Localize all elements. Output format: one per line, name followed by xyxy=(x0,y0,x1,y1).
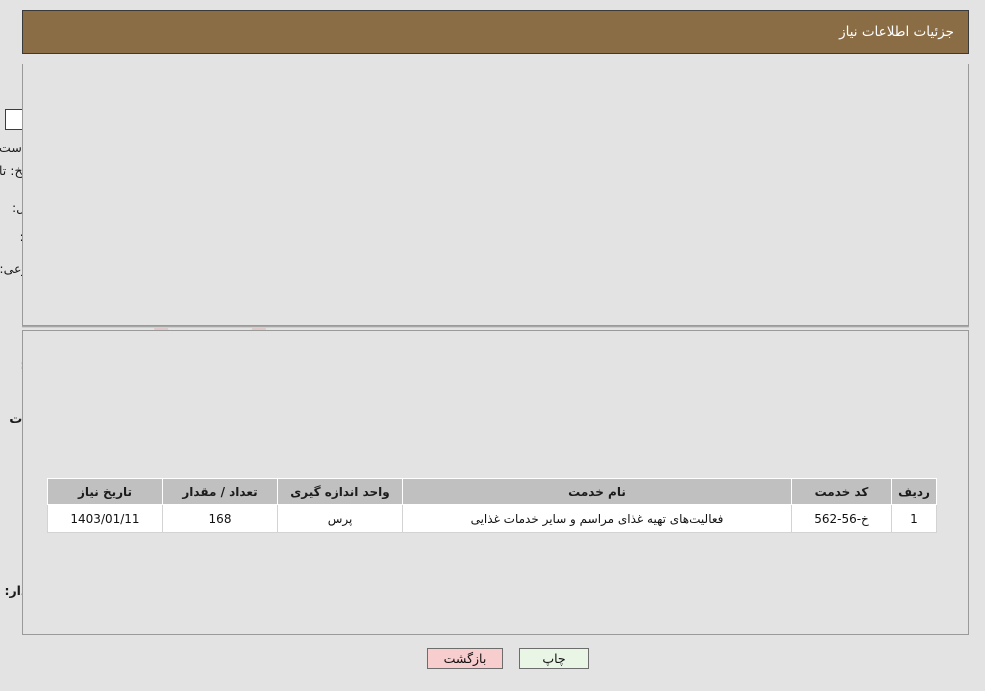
table-header-row: ردیف کد خدمت نام خدمت واحد اندازه گیری ت… xyxy=(47,478,937,505)
td-service-code: خ-56-562 xyxy=(791,504,892,533)
page-root: AriaTender ndtpr جزئیات اطلاعات نیاز شما… xyxy=(0,0,985,691)
print-button[interactable]: چاپ xyxy=(519,648,589,669)
th-service-name: نام خدمت xyxy=(402,478,792,505)
page-title: جزئیات اطلاعات نیاز xyxy=(839,24,954,40)
td-service-name: فعالیت‌های تهیه غذای مراسم و سایر خدمات … xyxy=(402,504,792,533)
th-quantity: تعداد / مقدار xyxy=(162,478,278,505)
table-row: 1 خ-56-562 فعالیت‌های تهیه غذای مراسم و … xyxy=(47,504,937,533)
page-header: جزئیات اطلاعات نیاز xyxy=(22,10,969,54)
th-index: ردیف xyxy=(891,478,937,505)
services-table: ردیف کد خدمت نام خدمت واحد اندازه گیری ت… xyxy=(47,478,937,533)
td-quantity: 168 xyxy=(162,504,278,533)
td-unit: پرس xyxy=(277,504,403,533)
back-button[interactable]: بازگشت xyxy=(427,648,503,669)
td-index: 1 xyxy=(891,504,937,533)
th-need-date: تاریخ نیاز xyxy=(47,478,163,505)
panel-divider xyxy=(22,326,969,328)
th-service-code: کد خدمت xyxy=(791,478,892,505)
td-need-date: 1403/01/11 xyxy=(47,504,163,533)
th-unit: واحد اندازه گیری xyxy=(277,478,403,505)
need-info-panel xyxy=(22,64,969,326)
